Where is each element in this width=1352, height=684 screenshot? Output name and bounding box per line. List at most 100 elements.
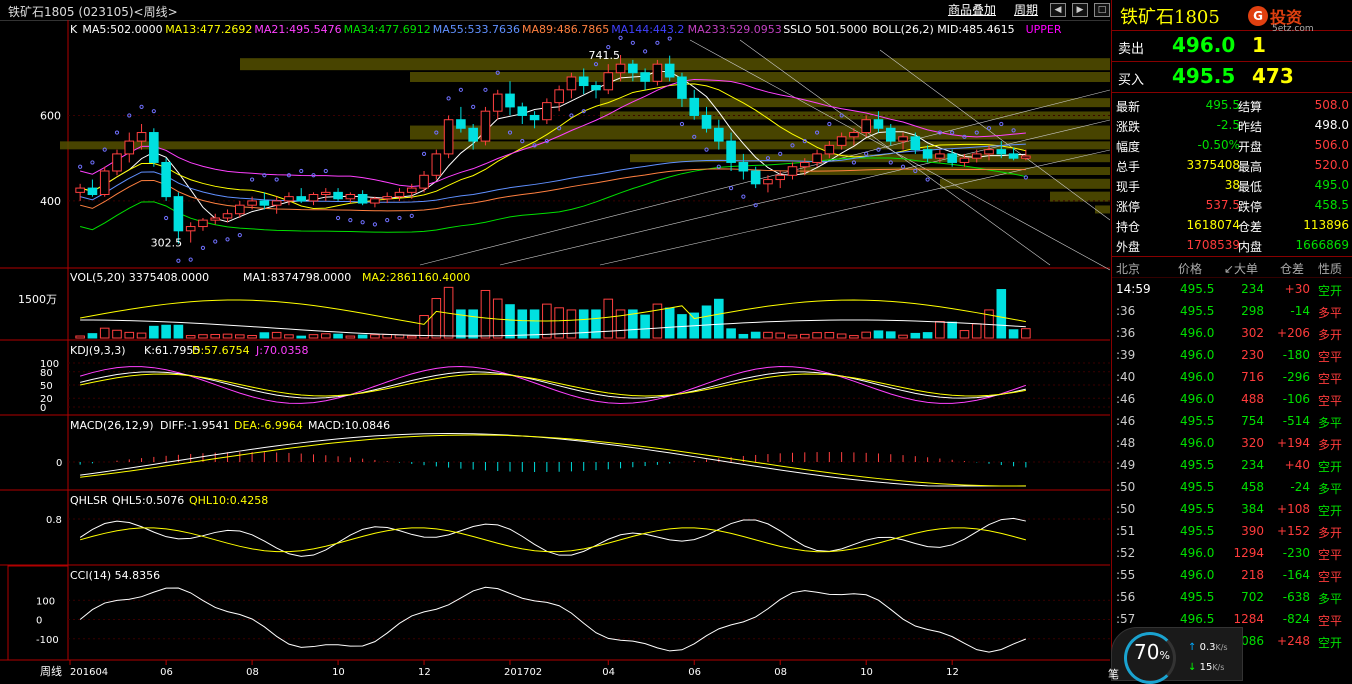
sar-dot bbox=[851, 160, 857, 165]
volume-bar bbox=[185, 335, 196, 339]
volume-bar bbox=[357, 334, 368, 339]
candle-body bbox=[996, 149, 1007, 155]
candle-body bbox=[357, 194, 368, 204]
tick-row[interactable]: :36 495.5 298 -14 多平 bbox=[1112, 300, 1352, 322]
candle-body bbox=[333, 191, 343, 200]
volume-bar bbox=[799, 333, 810, 339]
tick-volume: 302 bbox=[1241, 326, 1264, 340]
sar-dot bbox=[655, 40, 660, 45]
stat-value: 3375408 bbox=[1186, 158, 1240, 172]
tick-row[interactable]: :40 496.0 716 -296 空平 bbox=[1112, 366, 1352, 388]
volume-bar bbox=[296, 335, 307, 339]
tick-row[interactable]: :52 496.0 1294 -230 空平 bbox=[1112, 542, 1352, 564]
volume-bar bbox=[505, 304, 515, 339]
x-tick-label: 12 bbox=[418, 667, 431, 678]
volume-panel: 1500万 bbox=[18, 286, 1031, 339]
tick-price: 496.0 bbox=[1180, 326, 1215, 340]
volume-bar bbox=[812, 332, 822, 339]
volume-bar bbox=[124, 331, 135, 339]
sar-dot bbox=[458, 87, 463, 92]
stat-label: 外盘 bbox=[1116, 240, 1141, 254]
volume-bar bbox=[947, 321, 957, 339]
stat-row: 涨跌 -2.5 昨结 498.0 bbox=[1112, 116, 1352, 136]
stat-value: 506.0 bbox=[1314, 138, 1349, 152]
stat-value: -2.5 bbox=[1216, 118, 1240, 132]
tick-oi-change: -14 bbox=[1290, 304, 1310, 318]
sar-dot bbox=[225, 237, 230, 242]
tick-row[interactable]: :50 495.5 384 +108 空开 bbox=[1112, 498, 1352, 520]
network-speed-widget[interactable]: 70% ↑ 0.3K/s ↓ 15K/s 笔 bbox=[1108, 627, 1243, 684]
ask-price: 496.0 bbox=[1172, 33, 1236, 57]
cci-panel: 100 0 -100 bbox=[36, 586, 1110, 653]
tick-row[interactable]: :51 495.5 390 +152 多开 bbox=[1112, 520, 1352, 542]
volume-bar bbox=[161, 324, 171, 339]
tick-volume: 716 bbox=[1241, 370, 1264, 384]
tick-list[interactable]: 14:59 495.5 234 +30 空开:36 495.5 298 -14 … bbox=[1112, 278, 1352, 652]
sar-dot bbox=[778, 151, 783, 157]
tick-price: 496.0 bbox=[1180, 436, 1215, 450]
support-band bbox=[940, 178, 1110, 189]
tick-col-header: 仓差 bbox=[1280, 262, 1305, 276]
tick-row[interactable]: :46 495.5 754 -514 多平 bbox=[1112, 410, 1352, 432]
tick-price: 496.0 bbox=[1180, 392, 1215, 406]
tick-row[interactable]: :50 495.5 458 -24 多平 bbox=[1112, 476, 1352, 498]
sar-dot bbox=[164, 215, 169, 221]
sar-dot bbox=[360, 220, 365, 225]
volume-bar bbox=[787, 334, 798, 339]
maximize-icon[interactable]: □ bbox=[1094, 2, 1110, 17]
stat-label: 持仓 bbox=[1116, 220, 1141, 234]
tick-row[interactable]: :36 496.0 302 +206 多开 bbox=[1112, 322, 1352, 344]
candle-body bbox=[75, 187, 85, 193]
side-char: 笔 bbox=[1108, 668, 1119, 681]
prev-icon[interactable]: ◀ bbox=[1050, 2, 1066, 17]
volume-bar bbox=[664, 307, 675, 339]
volume-bar bbox=[320, 333, 331, 339]
candle-body bbox=[370, 198, 380, 204]
next-icon[interactable]: ▶ bbox=[1072, 2, 1088, 17]
sar-dot bbox=[78, 164, 83, 169]
candle-body bbox=[689, 97, 700, 116]
tick-row[interactable]: :48 496.0 320 +194 多开 bbox=[1112, 432, 1352, 454]
candle-body bbox=[222, 213, 233, 219]
volume-bar bbox=[468, 309, 478, 339]
tick-row[interactable]: 14:59 495.5 234 +30 空开 bbox=[1112, 278, 1352, 300]
tick-time: :50 bbox=[1116, 480, 1136, 494]
tick-time: :51 bbox=[1116, 524, 1136, 538]
candle-body bbox=[406, 187, 417, 193]
tick-nature: 多开 bbox=[1318, 438, 1343, 452]
candle-body bbox=[173, 196, 184, 232]
cci-y-label: -100 bbox=[36, 635, 59, 646]
volume-bar bbox=[112, 329, 122, 339]
stat-label: 结算 bbox=[1238, 100, 1263, 114]
tick-oi-change: -514 bbox=[1282, 414, 1310, 428]
tick-oi-change: +206 bbox=[1277, 326, 1310, 340]
sar-dot bbox=[827, 121, 832, 127]
ma-legend-item: MA89:486.7865 bbox=[522, 23, 609, 36]
overlay-commodity-link[interactable]: 商品叠加 bbox=[942, 1, 1002, 18]
tick-nature: 空平 bbox=[1318, 394, 1343, 408]
vol-ma1-legend: MA1:8374798.0000 bbox=[243, 271, 351, 284]
tick-nature: 多开 bbox=[1318, 526, 1343, 540]
candle-body bbox=[259, 200, 270, 206]
sar-dot bbox=[1023, 175, 1028, 180]
volume-bar bbox=[431, 298, 442, 339]
tick-row[interactable]: :55 496.0 218 -164 空平 bbox=[1112, 564, 1352, 586]
macd-diff-line bbox=[80, 432, 1026, 487]
candle-body bbox=[984, 149, 994, 155]
period-link[interactable]: 周期 bbox=[1008, 1, 1044, 18]
stat-row: 现手 38 最低 495.0 bbox=[1112, 176, 1352, 196]
volume-bar bbox=[885, 331, 896, 339]
kline-chart[interactable]: 741.5302.5600400 1500万 1008050200 0 0.8 … bbox=[0, 20, 1110, 679]
stat-value: 498.0 bbox=[1314, 118, 1349, 132]
y-label-400: 400 bbox=[40, 195, 61, 208]
tick-time: :52 bbox=[1116, 546, 1136, 560]
qhl-y-label: 0.8 bbox=[46, 515, 62, 526]
tick-row[interactable]: :56 495.5 702 -638 多平 bbox=[1112, 586, 1352, 608]
tick-row[interactable]: :49 495.5 234 +40 空开 bbox=[1112, 454, 1352, 476]
sar-dot bbox=[802, 138, 807, 144]
tick-row[interactable]: :39 496.0 230 -180 空平 bbox=[1112, 344, 1352, 366]
tick-row[interactable]: :46 496.0 488 -106 空平 bbox=[1112, 388, 1352, 410]
bid-price: 495.5 bbox=[1172, 64, 1236, 88]
stat-value: 520.0 bbox=[1314, 158, 1349, 172]
tick-volume: 234 bbox=[1241, 282, 1264, 296]
